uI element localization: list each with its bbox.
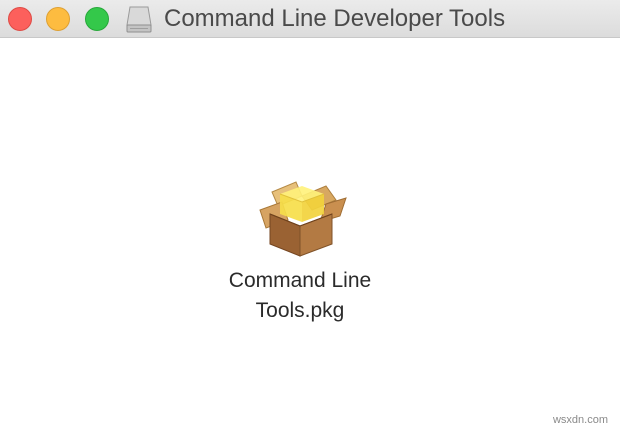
package-file-item[interactable]: Command Line Tools.pkg [200, 168, 400, 326]
finder-window: Command Line Developer Tools Command Lin… [0, 0, 620, 432]
package-file-label: Command Line Tools.pkg [228, 269, 372, 322]
window-title: Command Line Developer Tools [164, 5, 506, 32]
title-bar[interactable]: Command Line Developer Tools [0, 0, 620, 38]
watermark-text: wsxdn.com [552, 414, 608, 426]
disk-image-icon [126, 6, 152, 33]
package-icon [259, 181, 347, 257]
minimize-button[interactable] [46, 7, 70, 31]
zoom-button[interactable] [85, 7, 109, 31]
close-button[interactable] [8, 7, 32, 31]
